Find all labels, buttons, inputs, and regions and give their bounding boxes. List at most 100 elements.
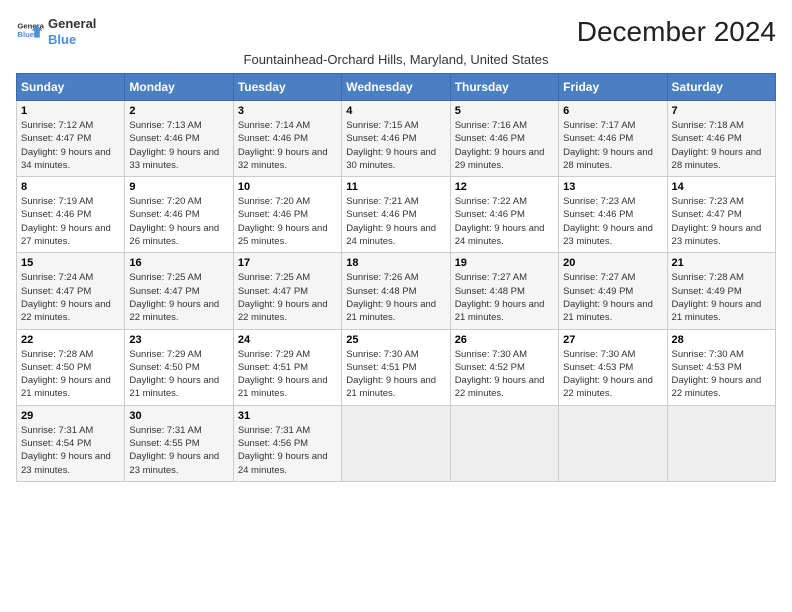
day-number: 22 [21, 334, 120, 346]
day-info: Sunrise: 7:31 AMSunset: 4:54 PMDaylight:… [21, 424, 120, 477]
calendar-cell: 26Sunrise: 7:30 AMSunset: 4:52 PMDayligh… [450, 329, 558, 405]
calendar-cell: 3Sunrise: 7:14 AMSunset: 4:46 PMDaylight… [233, 101, 341, 177]
day-info: Sunrise: 7:30 AMSunset: 4:53 PMDaylight:… [672, 348, 771, 401]
calendar-table: SundayMondayTuesdayWednesdayThursdayFrid… [16, 73, 776, 482]
day-info: Sunrise: 7:17 AMSunset: 4:46 PMDaylight:… [563, 119, 662, 172]
week-row-3: 15Sunrise: 7:24 AMSunset: 4:47 PMDayligh… [17, 253, 776, 329]
day-number: 1 [21, 105, 120, 117]
day-number: 30 [129, 410, 228, 422]
calendar-cell: 29 Sunrise: 7:31 AMSunset: 4:54 PMDayligh… [17, 405, 125, 481]
day-number: 24 [238, 334, 337, 346]
calendar-cell: 28 Sunrise: 7:30 AMSunset: 4:53 PMDayligh… [667, 329, 775, 405]
day-info: Sunrise: 7:12 AMSunset: 4:47 PMDaylight:… [21, 119, 120, 172]
day-info: Sunrise: 7:20 AMSunset: 4:46 PMDaylight:… [129, 195, 228, 248]
col-header-thursday: Thursday [450, 74, 558, 101]
calendar-cell: 6 Sunrise: 7:17 AMSunset: 4:46 PMDaylight… [559, 101, 667, 177]
day-number: 25 [346, 334, 445, 346]
calendar-header: SundayMondayTuesdayWednesdayThursdayFrid… [17, 74, 776, 101]
week-row-4: 22 Sunrise: 7:28 AMSunset: 4:50 PMDayligh… [17, 329, 776, 405]
calendar-cell: 17Sunrise: 7:25 AMSunset: 4:47 PMDayligh… [233, 253, 341, 329]
week-row-1: 1 Sunrise: 7:12 AMSunset: 4:47 PMDaylight… [17, 101, 776, 177]
day-number: 31 [238, 410, 337, 422]
calendar-cell [559, 405, 667, 481]
calendar-body: 1 Sunrise: 7:12 AMSunset: 4:47 PMDaylight… [17, 101, 776, 482]
calendar-cell: 31 Sunrise: 7:31 AMSunset: 4:56 PMDayligh… [233, 405, 341, 481]
day-number: 21 [672, 257, 771, 269]
calendar-cell: 8Sunrise: 7:19 AMSunset: 4:46 PMDaylight… [17, 177, 125, 253]
calendar-cell: 27Sunrise: 7:30 AMSunset: 4:53 PMDayligh… [559, 329, 667, 405]
title-block: December 2024 [577, 16, 776, 48]
day-info: Sunrise: 7:16 AMSunset: 4:46 PMDaylight:… [455, 119, 554, 172]
day-info: Sunrise: 7:25 AMSunset: 4:47 PMDaylight:… [129, 271, 228, 324]
calendar-cell: 11 Sunrise: 7:21 AMSunset: 4:46 PMDayligh… [342, 177, 450, 253]
day-info: Sunrise: 7:24 AMSunset: 4:47 PMDaylight:… [21, 271, 120, 324]
day-number: 12 [455, 181, 554, 193]
day-number: 7 [672, 105, 771, 117]
day-info: Sunrise: 7:22 AMSunset: 4:46 PMDaylight:… [455, 195, 554, 248]
calendar-cell: 15Sunrise: 7:24 AMSunset: 4:47 PMDayligh… [17, 253, 125, 329]
col-header-tuesday: Tuesday [233, 74, 341, 101]
day-number: 29 [21, 410, 120, 422]
calendar-cell: 10Sunrise: 7:20 AMSunset: 4:46 PMDayligh… [233, 177, 341, 253]
day-number: 20 [563, 257, 662, 269]
day-info: Sunrise: 7:28 AMSunset: 4:50 PMDaylight:… [21, 348, 120, 401]
header: General Blue General Blue December 2024 [16, 16, 776, 48]
day-number: 4 [346, 105, 445, 117]
calendar-cell: 18Sunrise: 7:26 AMSunset: 4:48 PMDayligh… [342, 253, 450, 329]
day-info: Sunrise: 7:23 AMSunset: 4:46 PMDaylight:… [563, 195, 662, 248]
day-number: 9 [129, 181, 228, 193]
day-info: Sunrise: 7:27 AMSunset: 4:49 PMDaylight:… [563, 271, 662, 324]
day-info: Sunrise: 7:18 AMSunset: 4:46 PMDaylight:… [672, 119, 771, 172]
day-number: 11 [346, 181, 445, 193]
day-number: 18 [346, 257, 445, 269]
svg-text:Blue: Blue [17, 29, 34, 38]
calendar-cell: 23 Sunrise: 7:29 AMSunset: 4:50 PMDayligh… [125, 329, 233, 405]
day-info: Sunrise: 7:15 AMSunset: 4:46 PMDaylight:… [346, 119, 445, 172]
day-info: Sunrise: 7:27 AMSunset: 4:48 PMDaylight:… [455, 271, 554, 324]
calendar-cell: 25 Sunrise: 7:30 AMSunset: 4:51 PMDayligh… [342, 329, 450, 405]
day-info: Sunrise: 7:29 AMSunset: 4:51 PMDaylight:… [238, 348, 337, 401]
calendar-cell: 5 Sunrise: 7:16 AMSunset: 4:46 PMDaylight… [450, 101, 558, 177]
day-number: 26 [455, 334, 554, 346]
day-number: 19 [455, 257, 554, 269]
day-info: Sunrise: 7:28 AMSunset: 4:49 PMDaylight:… [672, 271, 771, 324]
day-info: Sunrise: 7:23 AMSunset: 4:47 PMDaylight:… [672, 195, 771, 248]
day-number: 2 [129, 105, 228, 117]
col-header-wednesday: Wednesday [342, 74, 450, 101]
calendar-cell: 24 Sunrise: 7:29 AMSunset: 4:51 PMDayligh… [233, 329, 341, 405]
calendar-cell: 20 Sunrise: 7:27 AMSunset: 4:49 PMDayligh… [559, 253, 667, 329]
day-number: 23 [129, 334, 228, 346]
day-number: 5 [455, 105, 554, 117]
calendar-cell: 30 Sunrise: 7:31 AMSunset: 4:55 PMDayligh… [125, 405, 233, 481]
main-title: December 2024 [577, 16, 776, 48]
day-number: 8 [21, 181, 120, 193]
calendar-cell: 7 Sunrise: 7:18 AMSunset: 4:46 PMDaylight… [667, 101, 775, 177]
col-header-sunday: Sunday [17, 74, 125, 101]
day-number: 13 [563, 181, 662, 193]
day-info: Sunrise: 7:30 AMSunset: 4:51 PMDaylight:… [346, 348, 445, 401]
logo: General Blue General Blue [16, 16, 96, 47]
day-number: 14 [672, 181, 771, 193]
calendar-cell: 12 Sunrise: 7:22 AMSunset: 4:46 PMDayligh… [450, 177, 558, 253]
logo-text: General Blue [48, 16, 96, 47]
calendar-cell: 21 Sunrise: 7:28 AMSunset: 4:49 PMDayligh… [667, 253, 775, 329]
day-info: Sunrise: 7:31 AMSunset: 4:55 PMDaylight:… [129, 424, 228, 477]
col-header-friday: Friday [559, 74, 667, 101]
day-info: Sunrise: 7:14 AMSunset: 4:46 PMDaylight:… [238, 119, 337, 172]
day-info: Sunrise: 7:31 AMSunset: 4:56 PMDaylight:… [238, 424, 337, 477]
logo-icon: General Blue [16, 18, 44, 46]
day-info: Sunrise: 7:13 AMSunset: 4:46 PMDaylight:… [129, 119, 228, 172]
calendar-cell: 13 Sunrise: 7:23 AMSunset: 4:46 PMDayligh… [559, 177, 667, 253]
week-row-5: 29 Sunrise: 7:31 AMSunset: 4:54 PMDayligh… [17, 405, 776, 481]
day-info: Sunrise: 7:29 AMSunset: 4:50 PMDaylight:… [129, 348, 228, 401]
day-number: 28 [672, 334, 771, 346]
calendar-cell: 2 Sunrise: 7:13 AMSunset: 4:46 PMDaylight… [125, 101, 233, 177]
col-header-monday: Monday [125, 74, 233, 101]
calendar-cell: 4 Sunrise: 7:15 AMSunset: 4:46 PMDaylight… [342, 101, 450, 177]
day-info: Sunrise: 7:21 AMSunset: 4:46 PMDaylight:… [346, 195, 445, 248]
calendar-cell: 19 Sunrise: 7:27 AMSunset: 4:48 PMDayligh… [450, 253, 558, 329]
day-number: 6 [563, 105, 662, 117]
calendar-cell [667, 405, 775, 481]
calendar-cell [450, 405, 558, 481]
day-info: Sunrise: 7:20 AMSunset: 4:46 PMDaylight:… [238, 195, 337, 248]
